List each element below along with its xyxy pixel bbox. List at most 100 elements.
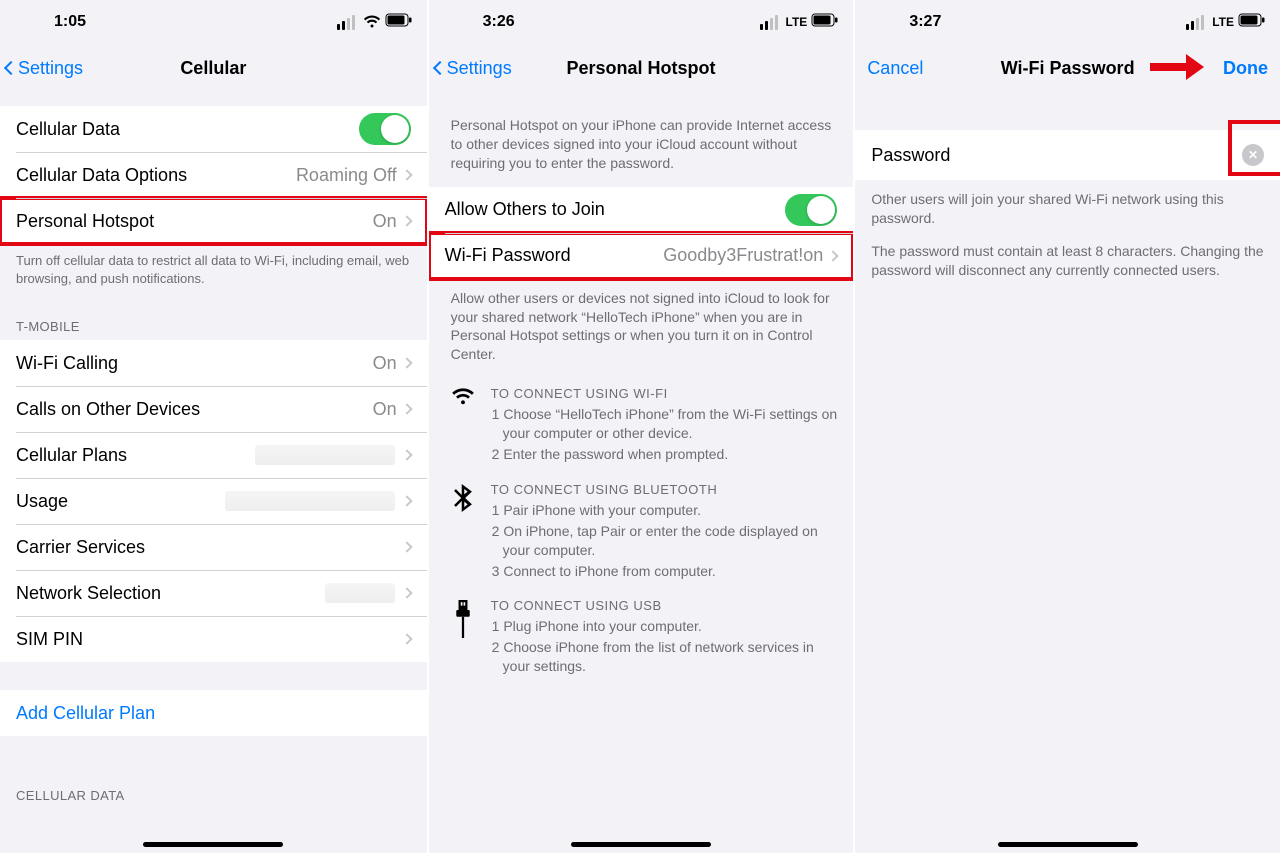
connect-usb-block: TO CONNECT USING USB 1 Plug iPhone into … — [429, 590, 854, 686]
home-indicator[interactable] — [571, 842, 711, 847]
network-selection-value — [325, 583, 395, 603]
cellular-plans-row[interactable]: Cellular Plans — [0, 432, 427, 478]
network-selection-label: Network Selection — [16, 583, 325, 604]
back-button[interactable]: Settings — [435, 58, 512, 79]
nav-bar: Settings Cellular — [0, 44, 427, 92]
status-bar: 3:27 LTE — [855, 0, 1280, 44]
group-password: Password — [855, 130, 1280, 180]
chevron-right-icon — [401, 587, 412, 598]
cellular-data-toggle[interactable] — [359, 113, 411, 145]
network-selection-row[interactable]: Network Selection — [0, 570, 427, 616]
wifi-password-value: Goodby3Frustrat!on — [663, 245, 823, 266]
cellular-data-options-row[interactable]: Cellular Data Options Roaming Off — [0, 152, 427, 198]
screen-cellular: 1:05 Settings Cellular Cellular Data Cel… — [0, 0, 427, 853]
calls-other-row[interactable]: Calls on Other Devices On — [0, 386, 427, 432]
carrier-services-label: Carrier Services — [16, 537, 403, 558]
sim-pin-row[interactable]: SIM PIN — [0, 616, 427, 662]
connect-wifi-block: TO CONNECT USING WI-FI 1 Choose “HelloTe… — [429, 378, 854, 474]
wifi-icon — [363, 15, 381, 29]
cellular-signal-icon — [337, 15, 355, 30]
wifi-password-row[interactable]: Wi-Fi Password Goodby3Frustrat!on — [429, 233, 854, 279]
allow-others-row[interactable]: Allow Others to Join — [429, 187, 854, 233]
status-time: 3:27 — [869, 13, 1087, 31]
connect-bt-step1: 1 Pair iPhone with your computer. — [491, 501, 838, 520]
done-label: Done — [1223, 58, 1268, 79]
connect-usb-title: TO CONNECT USING USB — [491, 598, 838, 613]
allow-others-label: Allow Others to Join — [445, 199, 786, 220]
personal-hotspot-label: Personal Hotspot — [16, 211, 373, 232]
password-footer-1: Other users will join your shared Wi-Fi … — [855, 180, 1280, 242]
back-label: Settings — [18, 58, 83, 79]
cancel-button[interactable]: Cancel — [867, 58, 923, 79]
hotspot-intro: Personal Hotspot on your iPhone can prov… — [429, 92, 854, 187]
sim-pin-label: SIM PIN — [16, 629, 403, 650]
calls-other-value: On — [373, 399, 397, 420]
cellular-data-options-label: Cellular Data Options — [16, 165, 296, 186]
battery-icon — [385, 13, 413, 32]
cellular-plans-value — [255, 445, 395, 465]
chevron-right-icon — [401, 633, 412, 644]
password-input[interactable] — [966, 145, 1242, 166]
group-hotspot-toggle: Allow Others to Join Wi-Fi Password Good… — [429, 187, 854, 279]
connect-wifi-step1: 1 Choose “HelloTech iPhone” from the Wi-… — [491, 405, 838, 443]
nav-title: Cellular — [180, 58, 246, 79]
chevron-right-icon — [401, 169, 412, 180]
wifi-calling-label: Wi-Fi Calling — [16, 353, 373, 374]
status-time: 3:26 — [443, 13, 661, 31]
password-label: Password — [871, 145, 950, 166]
group-cellular: Cellular Data Cellular Data Options Roam… — [0, 106, 427, 244]
cellular-signal-icon — [760, 15, 778, 30]
status-bar: 3:26 LTE — [429, 0, 854, 44]
wifi-calling-row[interactable]: Wi-Fi Calling On — [0, 340, 427, 386]
personal-hotspot-row[interactable]: Personal Hotspot On — [0, 198, 427, 244]
add-cellular-plan-row[interactable]: Add Cellular Plan — [0, 690, 427, 736]
hotspot-footer: Allow other users or devices not signed … — [429, 279, 854, 379]
calls-other-label: Calls on Other Devices — [16, 399, 373, 420]
usb-icon — [449, 598, 477, 678]
cancel-label: Cancel — [867, 58, 923, 79]
password-footer-2: The password must contain at least 8 cha… — [855, 242, 1280, 280]
add-cellular-plan-label[interactable]: Add Cellular Plan — [16, 703, 411, 724]
cellular-footer: Turn off cellular data to restrict all d… — [0, 244, 427, 301]
carrier-services-row[interactable]: Carrier Services — [0, 524, 427, 570]
connect-bt-step2: 2 On iPhone, tap Pair or enter the code … — [491, 522, 838, 560]
connect-wifi-step2: 2 Enter the password when prompted. — [491, 445, 838, 464]
back-button[interactable]: Settings — [6, 58, 83, 79]
screen-personal-hotspot: 3:26 LTE Settings Personal Hotspot Perso… — [427, 0, 854, 853]
done-button[interactable]: Done — [1223, 58, 1268, 79]
cellular-plans-label: Cellular Plans — [16, 445, 255, 466]
cellular-data-row[interactable]: Cellular Data — [0, 106, 427, 152]
connect-wifi-title: TO CONNECT USING WI-FI — [491, 386, 838, 401]
connect-bt-step3: 3 Connect to iPhone from computer. — [491, 562, 838, 581]
nav-bar: Settings Personal Hotspot — [429, 44, 854, 92]
lte-label: LTE — [1212, 15, 1234, 29]
connect-bt-title: TO CONNECT USING BLUETOOTH — [491, 482, 838, 497]
password-row[interactable]: Password — [855, 130, 1280, 180]
home-indicator[interactable] — [998, 842, 1138, 847]
carrier-header: T-MOBILE — [0, 301, 427, 340]
annotation-arrow — [1150, 52, 1204, 82]
chevron-back-icon — [4, 61, 18, 75]
personal-hotspot-value: On — [373, 211, 397, 232]
chevron-right-icon — [401, 215, 412, 226]
lte-label: LTE — [786, 15, 808, 29]
connect-bluetooth-block: TO CONNECT USING BLUETOOTH 1 Pair iPhone… — [429, 474, 854, 591]
home-indicator[interactable] — [143, 842, 283, 847]
usage-label: Usage — [16, 491, 225, 512]
annotation-highlight — [1230, 122, 1280, 174]
wifi-password-label: Wi-Fi Password — [445, 245, 664, 266]
connect-usb-step1: 1 Plug iPhone into your computer. — [491, 617, 838, 636]
usage-value — [225, 491, 395, 511]
usage-row[interactable]: Usage — [0, 478, 427, 524]
status-icons — [233, 13, 412, 32]
allow-others-toggle[interactable] — [785, 194, 837, 226]
status-icons: LTE — [661, 13, 839, 32]
battery-icon — [811, 13, 839, 32]
screen-wifi-password: 3:27 LTE Cancel Wi-Fi Password Done Pass… — [853, 0, 1280, 853]
chevron-right-icon — [401, 403, 412, 414]
chevron-back-icon — [433, 61, 447, 75]
cellular-data-label: Cellular Data — [16, 119, 359, 140]
chevron-right-icon — [401, 357, 412, 368]
wifi-calling-value: On — [373, 353, 397, 374]
battery-icon — [1238, 13, 1266, 32]
